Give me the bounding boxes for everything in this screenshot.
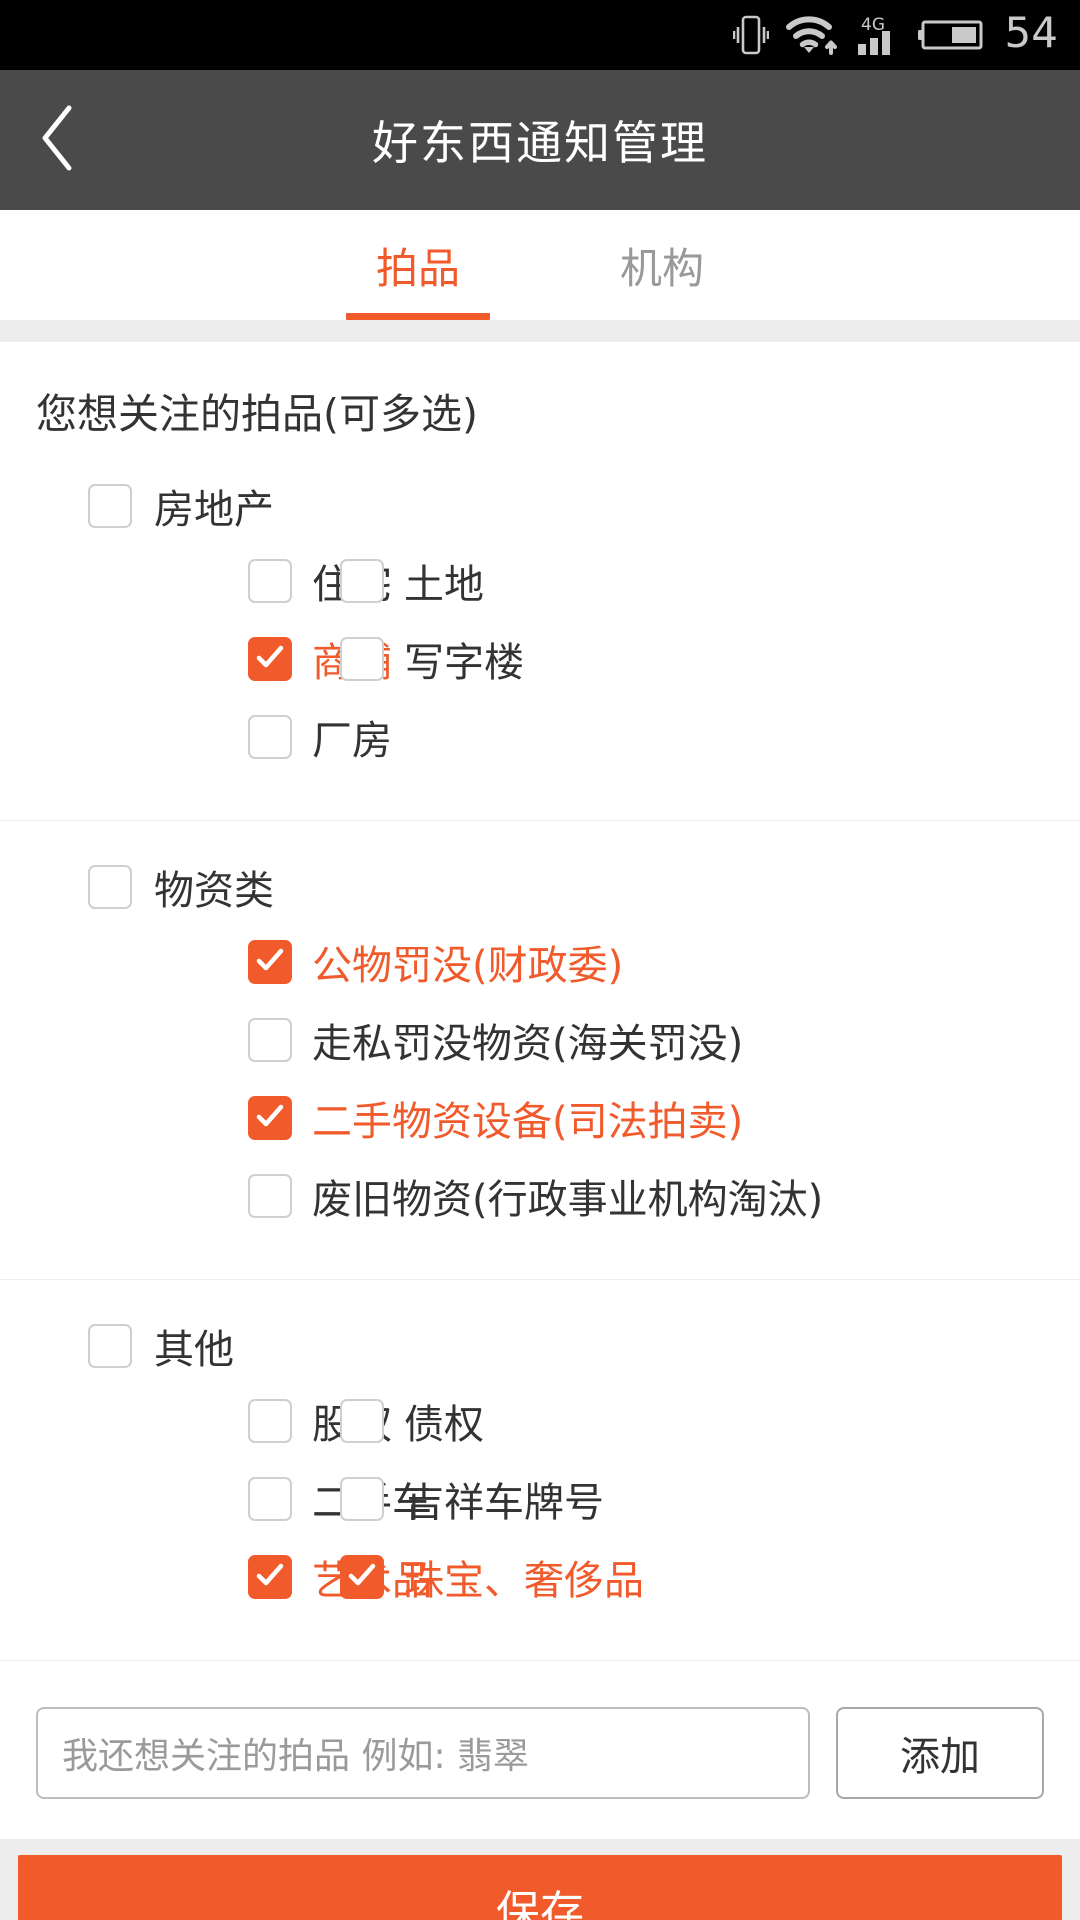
group-real-estate: 房地产 住宅 土地 商铺 bbox=[0, 440, 1080, 820]
group-items: 公物罚没(财政委) 走私罚没物资(海关罚没) 二手物资设备(司法拍卖) 废旧物资… bbox=[0, 923, 1080, 1235]
checkbox-box[interactable] bbox=[248, 1399, 292, 1443]
checkbox-label: 二手物资设备(司法拍卖) bbox=[312, 1099, 744, 1145]
checkbox-box[interactable] bbox=[248, 1555, 292, 1599]
checkbox-box[interactable] bbox=[340, 637, 384, 681]
checkbox-box[interactable] bbox=[340, 1477, 384, 1521]
checkbox-box[interactable] bbox=[248, 1018, 292, 1062]
check-icon bbox=[345, 1558, 379, 1596]
section-title: 您想关注的拍品(可多选) bbox=[36, 390, 478, 438]
item-row: 废旧物资(行政事业机构淘汰) bbox=[0, 1157, 1080, 1235]
item-row: 二手物资设备(司法拍卖) bbox=[0, 1079, 1080, 1157]
check-icon bbox=[253, 1099, 287, 1137]
checkbox-label: 公物罚没(财政委) bbox=[312, 943, 624, 989]
checkbox-group-others[interactable] bbox=[88, 1324, 132, 1368]
checkbox-label: 珠宝、奢侈品 bbox=[404, 1558, 644, 1604]
checkbox-label: 走私罚没物资(海关罚没) bbox=[312, 1021, 744, 1067]
group-parent-label: 房地产 bbox=[154, 487, 274, 533]
checkbox-item-jewelry-luxury[interactable]: 珠宝、奢侈品 bbox=[340, 1548, 644, 1606]
checkbox-box[interactable] bbox=[248, 715, 292, 759]
group-materials: 物资类 公物罚没(财政委) 走私罚没物资(海关罚没) 二手物资设备(司法拍卖) … bbox=[0, 821, 1080, 1279]
checkbox-item-factory[interactable]: 厂房 bbox=[0, 708, 392, 766]
title-bar: 好东西通知管理 bbox=[0, 70, 1080, 210]
checkbox-item-debt[interactable]: 债权 bbox=[340, 1392, 484, 1450]
checkbox-group-real-estate[interactable] bbox=[88, 484, 132, 528]
content-area: 您想关注的拍品(可多选) 房地产 住宅 bbox=[0, 342, 1080, 1920]
checkbox-label: 写字楼 bbox=[404, 640, 524, 686]
checkbox-item-used-equipment[interactable]: 二手物资设备(司法拍卖) bbox=[0, 1089, 743, 1147]
check-icon bbox=[253, 943, 287, 981]
checkbox-item-lucky-plate[interactable]: 吉祥车牌号 bbox=[340, 1470, 604, 1528]
checkbox-box[interactable] bbox=[248, 1096, 292, 1140]
custom-item-input[interactable]: 我还想关注的拍品 例如: 翡翠 bbox=[36, 1707, 810, 1799]
check-icon bbox=[253, 640, 287, 678]
group-parent-row[interactable]: 房地产 bbox=[0, 470, 1080, 542]
add-button[interactable]: 添加 bbox=[836, 1707, 1044, 1799]
checkbox-item-land[interactable]: 土地 bbox=[340, 552, 484, 610]
tabs-divider bbox=[0, 320, 1080, 342]
item-row: 二手车 吉祥车牌号 bbox=[0, 1460, 1080, 1538]
checkbox-item-residential[interactable]: 住宅 bbox=[0, 552, 392, 610]
chevron-left-icon bbox=[35, 102, 85, 178]
checkbox-item-waste-materials[interactable]: 废旧物资(行政事业机构淘汰) bbox=[0, 1167, 823, 1225]
custom-item-area: 我还想关注的拍品 例如: 翡翠 添加 bbox=[0, 1661, 1080, 1839]
4g-signal-icon: 4G bbox=[855, 12, 899, 58]
item-row: 商铺 写字楼 bbox=[0, 620, 1080, 698]
group-items: 住宅 土地 商铺 写字楼 bbox=[0, 542, 1080, 776]
tab-label: 拍品 bbox=[375, 243, 460, 293]
checkbox-box[interactable] bbox=[340, 559, 384, 603]
checkbox-label: 债权 bbox=[404, 1402, 484, 1448]
page-title: 好东西通知管理 bbox=[372, 116, 708, 170]
checkbox-item-equity[interactable]: 股权 bbox=[0, 1392, 392, 1450]
item-row: 艺术品 珠宝、奢侈品 bbox=[0, 1538, 1080, 1616]
tab-bar: 拍品 机构 bbox=[0, 210, 1080, 320]
checkbox-item-used-car[interactable]: 二手车 bbox=[0, 1470, 432, 1528]
back-button[interactable] bbox=[0, 70, 120, 210]
battery-icon bbox=[916, 15, 988, 55]
checkbox-box[interactable] bbox=[340, 1555, 384, 1599]
group-items: 股权 债权 二手车 吉祥车牌号 bbox=[0, 1382, 1080, 1616]
save-bar: 保存 bbox=[0, 1839, 1080, 1920]
battery-percent: 54 bbox=[1004, 8, 1058, 57]
group-parent-row[interactable]: 其他 bbox=[0, 1310, 1080, 1382]
item-row: 厂房 bbox=[0, 698, 1080, 776]
checkbox-item-public-confiscated[interactable]: 公物罚没(财政委) bbox=[0, 933, 623, 991]
checkbox-box[interactable] bbox=[248, 1174, 292, 1218]
group-parent-row[interactable]: 物资类 bbox=[0, 851, 1080, 923]
checkbox-item-artwork[interactable]: 艺术品 bbox=[0, 1548, 432, 1606]
item-row: 公物罚没(财政委) bbox=[0, 923, 1080, 1001]
checkbox-label: 吉祥车牌号 bbox=[404, 1480, 604, 1526]
item-row: 走私罚没物资(海关罚没) bbox=[0, 1001, 1080, 1079]
app-screen: 4G 54 好东西通知管理 拍品 机构 您想关注的拍品(可多选) 房地产 土地 … bbox=[0, 0, 1080, 1920]
checkbox-box[interactable] bbox=[248, 559, 292, 603]
item-row: 住宅 土地 bbox=[0, 542, 1080, 620]
vibrate-icon bbox=[732, 13, 769, 57]
group-parent-label: 物资类 bbox=[154, 868, 274, 914]
checkbox-box[interactable] bbox=[340, 1399, 384, 1443]
checkbox-box[interactable] bbox=[248, 940, 292, 984]
checkbox-box[interactable] bbox=[248, 637, 292, 681]
check-icon bbox=[253, 1558, 287, 1596]
checkbox-item-smuggled-goods[interactable]: 走私罚没物资(海关罚没) bbox=[0, 1011, 743, 1069]
svg-text:4G: 4G bbox=[861, 15, 885, 35]
tab-auction-items[interactable]: 拍品 bbox=[318, 210, 518, 320]
group-parent-label: 其他 bbox=[154, 1327, 234, 1373]
group-others: 其他 股权 债权 二手车 bbox=[0, 1280, 1080, 1660]
checkbox-label: 土地 bbox=[404, 562, 484, 608]
save-button[interactable]: 保存 bbox=[18, 1855, 1062, 1920]
checkbox-label: 厂房 bbox=[312, 718, 392, 764]
tab-label: 机构 bbox=[619, 243, 704, 293]
checkbox-group-materials[interactable] bbox=[88, 865, 132, 909]
tab-active-indicator bbox=[346, 313, 490, 320]
checkbox-item-office[interactable]: 写字楼 bbox=[340, 630, 524, 688]
checkbox-label: 废旧物资(行政事业机构淘汰) bbox=[312, 1177, 824, 1223]
item-row: 股权 债权 bbox=[0, 1382, 1080, 1460]
checkbox-item-shop[interactable]: 商铺 bbox=[0, 630, 392, 688]
tab-institutions[interactable]: 机构 bbox=[562, 210, 762, 320]
checkbox-box[interactable] bbox=[248, 1477, 292, 1521]
wifi-icon bbox=[785, 13, 838, 57]
status-bar: 4G 54 bbox=[0, 0, 1080, 70]
